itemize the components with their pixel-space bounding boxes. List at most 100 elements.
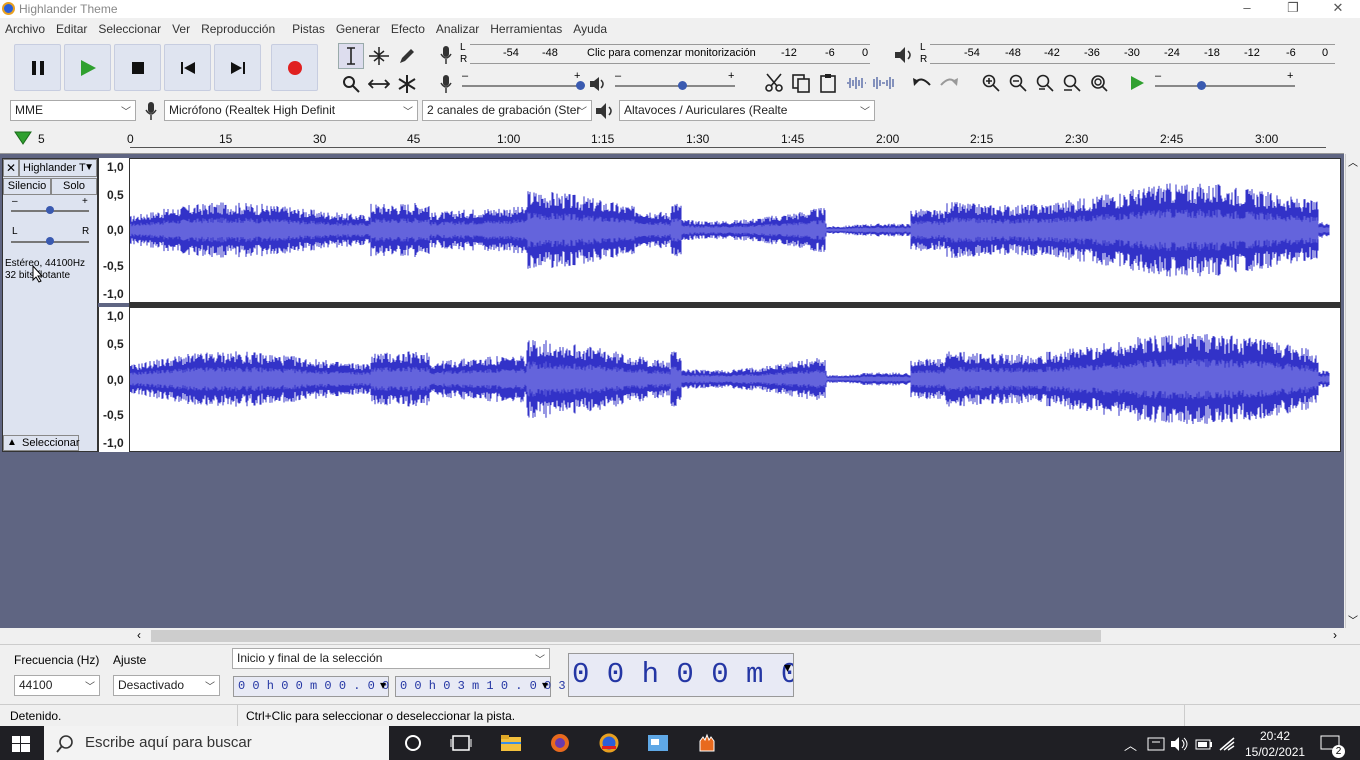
selection-mode-select[interactable]: Inicio y final de la selección ﹀ (232, 648, 550, 669)
record-meter[interactable]: -54 -48 Clic para comenzar monitorizació… (470, 44, 870, 64)
skip-start-button[interactable] (164, 44, 211, 91)
asterisk-icon (398, 75, 416, 93)
output-volume-slider[interactable]: – + (615, 70, 735, 92)
chevron-down-icon: ﹀ (121, 107, 131, 118)
input-device-select[interactable]: Micrófono (Realtek High Definit ﹀ (164, 100, 418, 121)
network-icon[interactable] (1146, 736, 1166, 752)
solo-button[interactable]: Solo (51, 178, 97, 195)
app-hand-icon[interactable] (696, 733, 718, 753)
output-device-select[interactable]: Altavoces / Auriculares (Realte ﹀ (619, 100, 875, 121)
redo-button[interactable] (937, 71, 961, 95)
cut-button[interactable] (762, 71, 786, 95)
windows-start-icon[interactable] (12, 736, 30, 752)
multi-tool[interactable] (394, 71, 420, 97)
copy-button[interactable] (789, 71, 813, 95)
scroll-down-icon[interactable]: ﹀ (1348, 612, 1358, 627)
close-track-icon[interactable]: ✕ (3, 159, 19, 177)
volume-icon[interactable] (1170, 736, 1190, 752)
host-select[interactable]: MME ﹀ (10, 100, 136, 121)
stop-button[interactable] (114, 44, 161, 91)
play-button[interactable] (64, 44, 111, 91)
battery-icon[interactable] (1194, 736, 1214, 752)
vertical-scrollbar[interactable]: ︿ ﹀ (1345, 154, 1360, 628)
menu-ayuda[interactable]: Ayuda (568, 19, 613, 39)
menu-pistas[interactable]: Pistas (287, 19, 331, 39)
playback-meter[interactable]: -54 -48 -42 -36 -30 -24 -18 -12 -6 0 (930, 44, 1335, 64)
record-button[interactable] (271, 44, 318, 91)
fit-project-button[interactable] (1060, 71, 1084, 95)
play-at-speed-button[interactable] (1125, 71, 1149, 95)
meter-tick: -54 (503, 47, 519, 59)
minimize-button[interactable]: – (1224, 0, 1270, 18)
chevron-down-icon: ﹀ (403, 107, 413, 118)
paste-button[interactable] (816, 71, 840, 95)
channels-select[interactable]: 2 canales de grabación (Ster ﹀ (422, 100, 592, 121)
fit-selection-button[interactable] (1033, 71, 1057, 95)
window-title: Highlander Theme (19, 2, 118, 16)
rate-select[interactable]: 44100 ﹀ (14, 675, 100, 696)
horizontal-scrollbar[interactable]: ‹ › (0, 628, 1344, 644)
skip-end-button[interactable] (214, 44, 261, 91)
waveform-left (129, 183, 1330, 277)
waveform-left-channel[interactable] (129, 158, 1341, 303)
menu-efecto[interactable]: Efecto (386, 19, 431, 39)
zoom-out-button[interactable] (1006, 71, 1030, 95)
zoom-tool[interactable] (338, 71, 364, 97)
audacity-taskbar-icon[interactable] (598, 733, 620, 753)
show-hidden-icons[interactable]: ︿ (1124, 735, 1137, 754)
copy-icon (792, 74, 810, 93)
pan-slider[interactable]: LR (11, 226, 89, 246)
menu-seleccionar[interactable]: Seleccionar (93, 19, 167, 39)
trim-button[interactable] (844, 71, 868, 95)
clock-time[interactable]: 20:42 (1260, 729, 1290, 743)
timeline-ruler[interactable]: 5 0 15 30 45 1:00 1:15 1:30 1:45 2:00 2:… (0, 128, 1344, 154)
track-name-menu[interactable]: Highlander T ▼ (19, 159, 97, 177)
status-hint: Ctrl+Clic para seleccionar o deseleccion… (246, 709, 516, 723)
scroll-right-icon[interactable]: › (1333, 628, 1337, 642)
menu-analizar[interactable]: Analizar (431, 19, 485, 39)
menu-editar[interactable]: Editar (51, 19, 93, 39)
snap-select[interactable]: Desactivado ﹀ (113, 675, 220, 696)
caret-down-icon: ▾ (783, 661, 791, 677)
audio-position-time[interactable]: 0 0 h 0 0 m 0 0 s▾ (568, 653, 794, 697)
firefox-icon[interactable] (549, 733, 571, 753)
waveform-right-channel[interactable] (129, 307, 1341, 452)
menu-ver[interactable]: Ver (167, 19, 196, 39)
ruler-start-label: 5 (38, 132, 45, 146)
mute-button[interactable]: Silencio (3, 178, 51, 195)
ruler-label: 2:00 (876, 132, 900, 146)
file-explorer-icon[interactable] (500, 733, 522, 753)
pause-button[interactable] (14, 44, 61, 91)
selection-start-time[interactable]: 0 0 h 0 0 m 0 0 . 0 0 0 s ▾ (233, 676, 418, 697)
restore-button[interactable]: ❐ (1270, 0, 1316, 18)
cortana-icon[interactable] (402, 733, 424, 753)
taskbar-search[interactable]: Escribe aquí para buscar (44, 726, 389, 760)
menu-herramientas[interactable]: Herramientas (485, 19, 568, 39)
gain-slider[interactable]: – + (11, 196, 89, 215)
time-shift-tool[interactable] (366, 71, 392, 97)
clock-date[interactable]: 15/02/2021 (1245, 745, 1305, 759)
envelope-tool[interactable] (366, 43, 392, 69)
menu-reproduccion[interactable]: Reproducción (196, 19, 281, 39)
control-panel-icon[interactable] (647, 733, 669, 753)
select-track-button[interactable]: ▲ Seleccionar (3, 435, 79, 451)
draw-tool[interactable] (394, 43, 420, 69)
menu-archivo[interactable]: Archivo (0, 19, 51, 39)
task-view-icon[interactable] (450, 733, 472, 753)
undo-button[interactable] (910, 71, 934, 95)
silence-button[interactable] (871, 71, 895, 95)
scroll-thumb[interactable] (151, 630, 1101, 642)
scroll-left-icon[interactable]: ‹ (137, 628, 141, 642)
selection-tool[interactable] (338, 43, 364, 69)
input-volume-slider[interactable]: – + (462, 70, 585, 92)
track-control-panel[interactable]: ✕ Highlander T ▼ Silencio Solo – + LR Esté… (2, 158, 98, 452)
play-speed-slider[interactable]: – + (1155, 70, 1295, 92)
scroll-up-icon[interactable]: ︿ (1348, 154, 1358, 169)
menu-generar[interactable]: Generar (331, 19, 386, 39)
zoom-in-button[interactable] (979, 71, 1003, 95)
selection-end-time[interactable]: 0 0 h 0 3 m 1 0 . 0 0 3 s ▾ (395, 676, 580, 697)
close-button[interactable]: ✕ (1315, 0, 1360, 18)
zoom-toggle-button[interactable] (1087, 71, 1111, 95)
wifi-icon[interactable] (1218, 736, 1238, 752)
pause-icon (31, 60, 44, 75)
